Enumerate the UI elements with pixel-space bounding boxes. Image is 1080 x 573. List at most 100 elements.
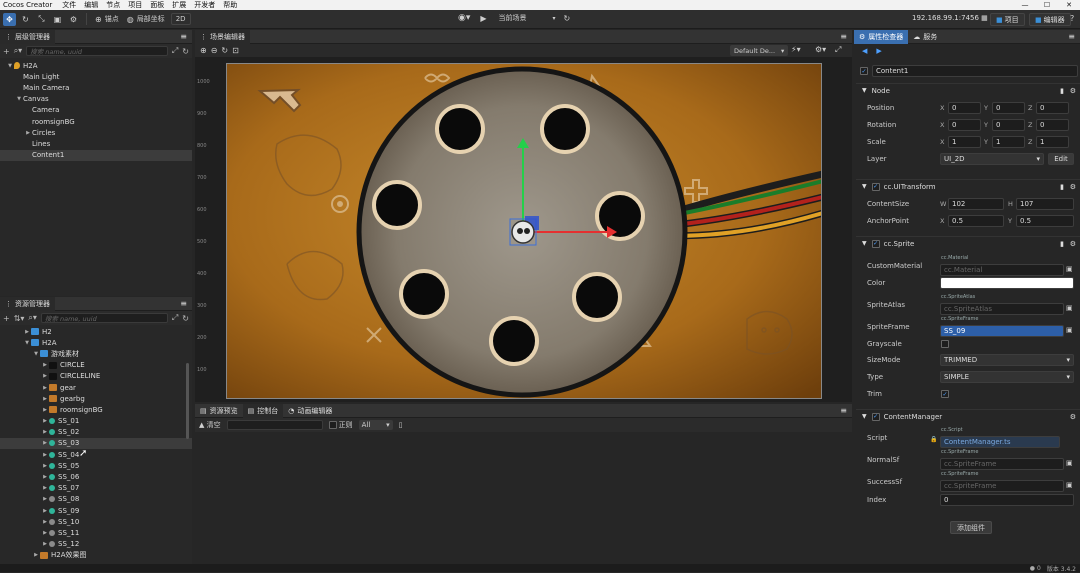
layer-edit-button[interactable]: Edit	[1048, 153, 1074, 165]
assets-scrollbar[interactable]	[186, 363, 189, 439]
sprite-section[interactable]: ▼ ✓ cc.Sprite ▮ ⚙	[856, 236, 1080, 250]
gear-icon[interactable]: ⚙	[1070, 413, 1076, 421]
custom-material-picker-icon[interactable]: ▣	[1066, 265, 1073, 273]
assets-item[interactable]: ▶ CIRCLE	[0, 360, 192, 371]
scene-select-chevron-icon[interactable]: ▾	[553, 15, 556, 22]
tab-inspector[interactable]: ⚙ 属性检查器	[854, 29, 909, 44]
sprite-frame-field[interactable]: SS_09	[940, 325, 1064, 337]
hierarchy-item[interactable]: ▼ Canvas	[0, 94, 192, 105]
assets-item[interactable]: ▶ SS_11	[0, 527, 192, 538]
refresh-icon[interactable]: ↻	[182, 314, 189, 323]
uitransform-section-checkbox[interactable]: ✓	[871, 182, 880, 191]
collapse-icon[interactable]: ⤢	[172, 46, 178, 56]
move-tool-icon[interactable]: ✥	[3, 12, 16, 26]
expand-arrow-icon[interactable]: ▶	[41, 541, 49, 547]
copy-icon[interactable]: ▯	[399, 421, 403, 429]
menu-help[interactable]: 帮助	[223, 0, 237, 10]
maximize-icon[interactable]: ⤢	[835, 45, 841, 55]
expand-arrow-icon[interactable]: ▶	[41, 396, 49, 402]
menu-node[interactable]: 节点	[106, 0, 120, 10]
expand-arrow-icon[interactable]: ▼	[32, 351, 40, 357]
expand-arrow-icon[interactable]: ▶	[41, 496, 49, 502]
trim-checkbox[interactable]: ✓	[941, 390, 949, 398]
assets-item[interactable]: ▶ SS_06	[0, 471, 192, 482]
coord-toggle-button[interactable]: ◍ 局部坐标	[127, 14, 165, 24]
expand-arrow-icon[interactable]: ▶	[41, 530, 49, 536]
sprite-frame-picker-icon[interactable]: ▣	[1066, 326, 1073, 334]
success-sf-picker-icon[interactable]: ▣	[1066, 481, 1073, 489]
hierarchy-item[interactable]: ▼ H2A	[0, 60, 192, 71]
panel-menu-icon[interactable]: ≡	[1068, 32, 1075, 41]
display-mode-icon[interactable]: ⚡▾	[791, 45, 801, 54]
rect-tool-icon[interactable]: ▣	[51, 13, 64, 26]
hierarchy-item[interactable]: Main Camera	[0, 82, 192, 93]
gear-icon[interactable]: ⚙	[1070, 240, 1076, 248]
refresh-icon[interactable]: ↻	[182, 47, 189, 56]
expand-arrow-icon[interactable]: ▶	[41, 362, 49, 368]
content-height-input[interactable]: 107	[1016, 198, 1074, 210]
add-icon[interactable]: +	[3, 47, 10, 56]
scale-tool-icon[interactable]: ⤡	[35, 13, 48, 26]
sprite-atlas-picker-icon[interactable]: ▣	[1066, 304, 1073, 312]
tab-asset-preview[interactable]: ▤ 资源预览	[195, 404, 243, 418]
assets-item[interactable]: ▶ gear	[0, 382, 192, 393]
assets-item[interactable]: ▶ SS_05	[0, 460, 192, 471]
pivot-toggle-button[interactable]: ⊕ 锚点	[95, 14, 119, 24]
hierarchy-item[interactable]: Camera	[0, 105, 192, 116]
menu-project[interactable]: 项目	[128, 0, 142, 10]
panel-menu-icon[interactable]: ≡	[840, 32, 847, 41]
editor-button[interactable]: ■ 编辑器	[1029, 13, 1071, 26]
help-icon[interactable]: ?	[1070, 14, 1074, 23]
expand-arrow-icon[interactable]: ▼	[23, 340, 31, 346]
add-icon[interactable]: +	[3, 314, 10, 323]
gear-icon[interactable]: ⚙	[1070, 87, 1076, 95]
node-name-input[interactable]: Content1	[872, 65, 1078, 77]
hierarchy-item[interactable]: Main Light	[0, 71, 192, 82]
expand-arrow-icon[interactable]: ▶	[24, 130, 32, 136]
type-select[interactable]: SIMPLE ▾	[940, 371, 1074, 383]
reset-view-icon[interactable]: ↻	[221, 46, 228, 55]
minimize-icon[interactable]: —	[1014, 0, 1036, 10]
expand-arrow-icon[interactable]: ▶	[41, 519, 49, 525]
assets-item[interactable]: ▶ gearbg	[0, 393, 192, 404]
search-filter-icon[interactable]: ⌕▾	[14, 46, 23, 56]
hierarchy-item[interactable]: Lines	[0, 138, 192, 149]
expand-arrow-icon[interactable]: ▶	[23, 329, 31, 335]
close-icon[interactable]: ✕	[1058, 0, 1080, 10]
assets-item[interactable]: ▶ SS_09	[0, 505, 192, 516]
expand-arrow-icon[interactable]: ▶	[41, 407, 49, 413]
assets-item[interactable]: ▶ SS_03	[0, 437, 192, 450]
color-swatch[interactable]	[940, 277, 1074, 289]
expand-arrow-icon[interactable]: ▼	[6, 63, 14, 69]
scale-z-input[interactable]: 1	[1036, 136, 1069, 148]
sort-icon[interactable]: ⇅▾	[14, 314, 25, 323]
content-manager-section[interactable]: ▼ ✓ ContentManager ⚙	[856, 409, 1080, 423]
rotate-tool-icon[interactable]: ↻	[19, 13, 32, 26]
tab-console[interactable]: ▤ 控制台	[242, 403, 284, 418]
rotation-x-input[interactable]: 0	[948, 119, 981, 131]
anchor-x-input[interactable]: 0.5	[948, 215, 1004, 227]
position-y-input[interactable]: 0	[992, 102, 1025, 114]
hierarchy-item[interactable]: roomsignBG	[0, 116, 192, 127]
assets-item[interactable]: ▶ SS_04	[0, 449, 192, 460]
assets-item[interactable]: ▶ H2A效果图	[0, 550, 192, 561]
zoom-out-icon[interactable]: ⊖	[211, 46, 218, 55]
expand-arrow-icon[interactable]: ▶	[41, 418, 49, 424]
hierarchy-search-input[interactable]: 搜索 name, uuid	[26, 46, 168, 56]
assets-item[interactable]: ▶ SS_02	[0, 427, 192, 438]
panel-menu-icon[interactable]: ≡	[840, 406, 847, 415]
qr-icon[interactable]: ▦	[981, 14, 988, 22]
expand-arrow-icon[interactable]: ▶	[32, 552, 40, 558]
layer-select[interactable]: UI_2D ▾	[940, 153, 1044, 165]
assets-item[interactable]: ▼ H2A	[0, 337, 192, 348]
expand-arrow-icon[interactable]: ▶	[41, 429, 49, 435]
camera-select[interactable]: Default De... ▾	[730, 45, 789, 56]
gear-icon[interactable]: ⚙	[1070, 183, 1076, 191]
log-level-select[interactable]: All ▾	[358, 420, 393, 430]
tab-scene[interactable]: ⋮ 场景编辑器	[195, 29, 250, 44]
node-active-checkbox[interactable]: ✓	[860, 67, 868, 75]
expand-arrow-icon[interactable]: ▶	[41, 474, 49, 480]
panel-menu-icon[interactable]: ≡	[180, 32, 187, 41]
assets-search-input[interactable]: 搜索 name, uuid	[40, 313, 168, 323]
expand-arrow-icon[interactable]: ▶	[41, 385, 49, 391]
